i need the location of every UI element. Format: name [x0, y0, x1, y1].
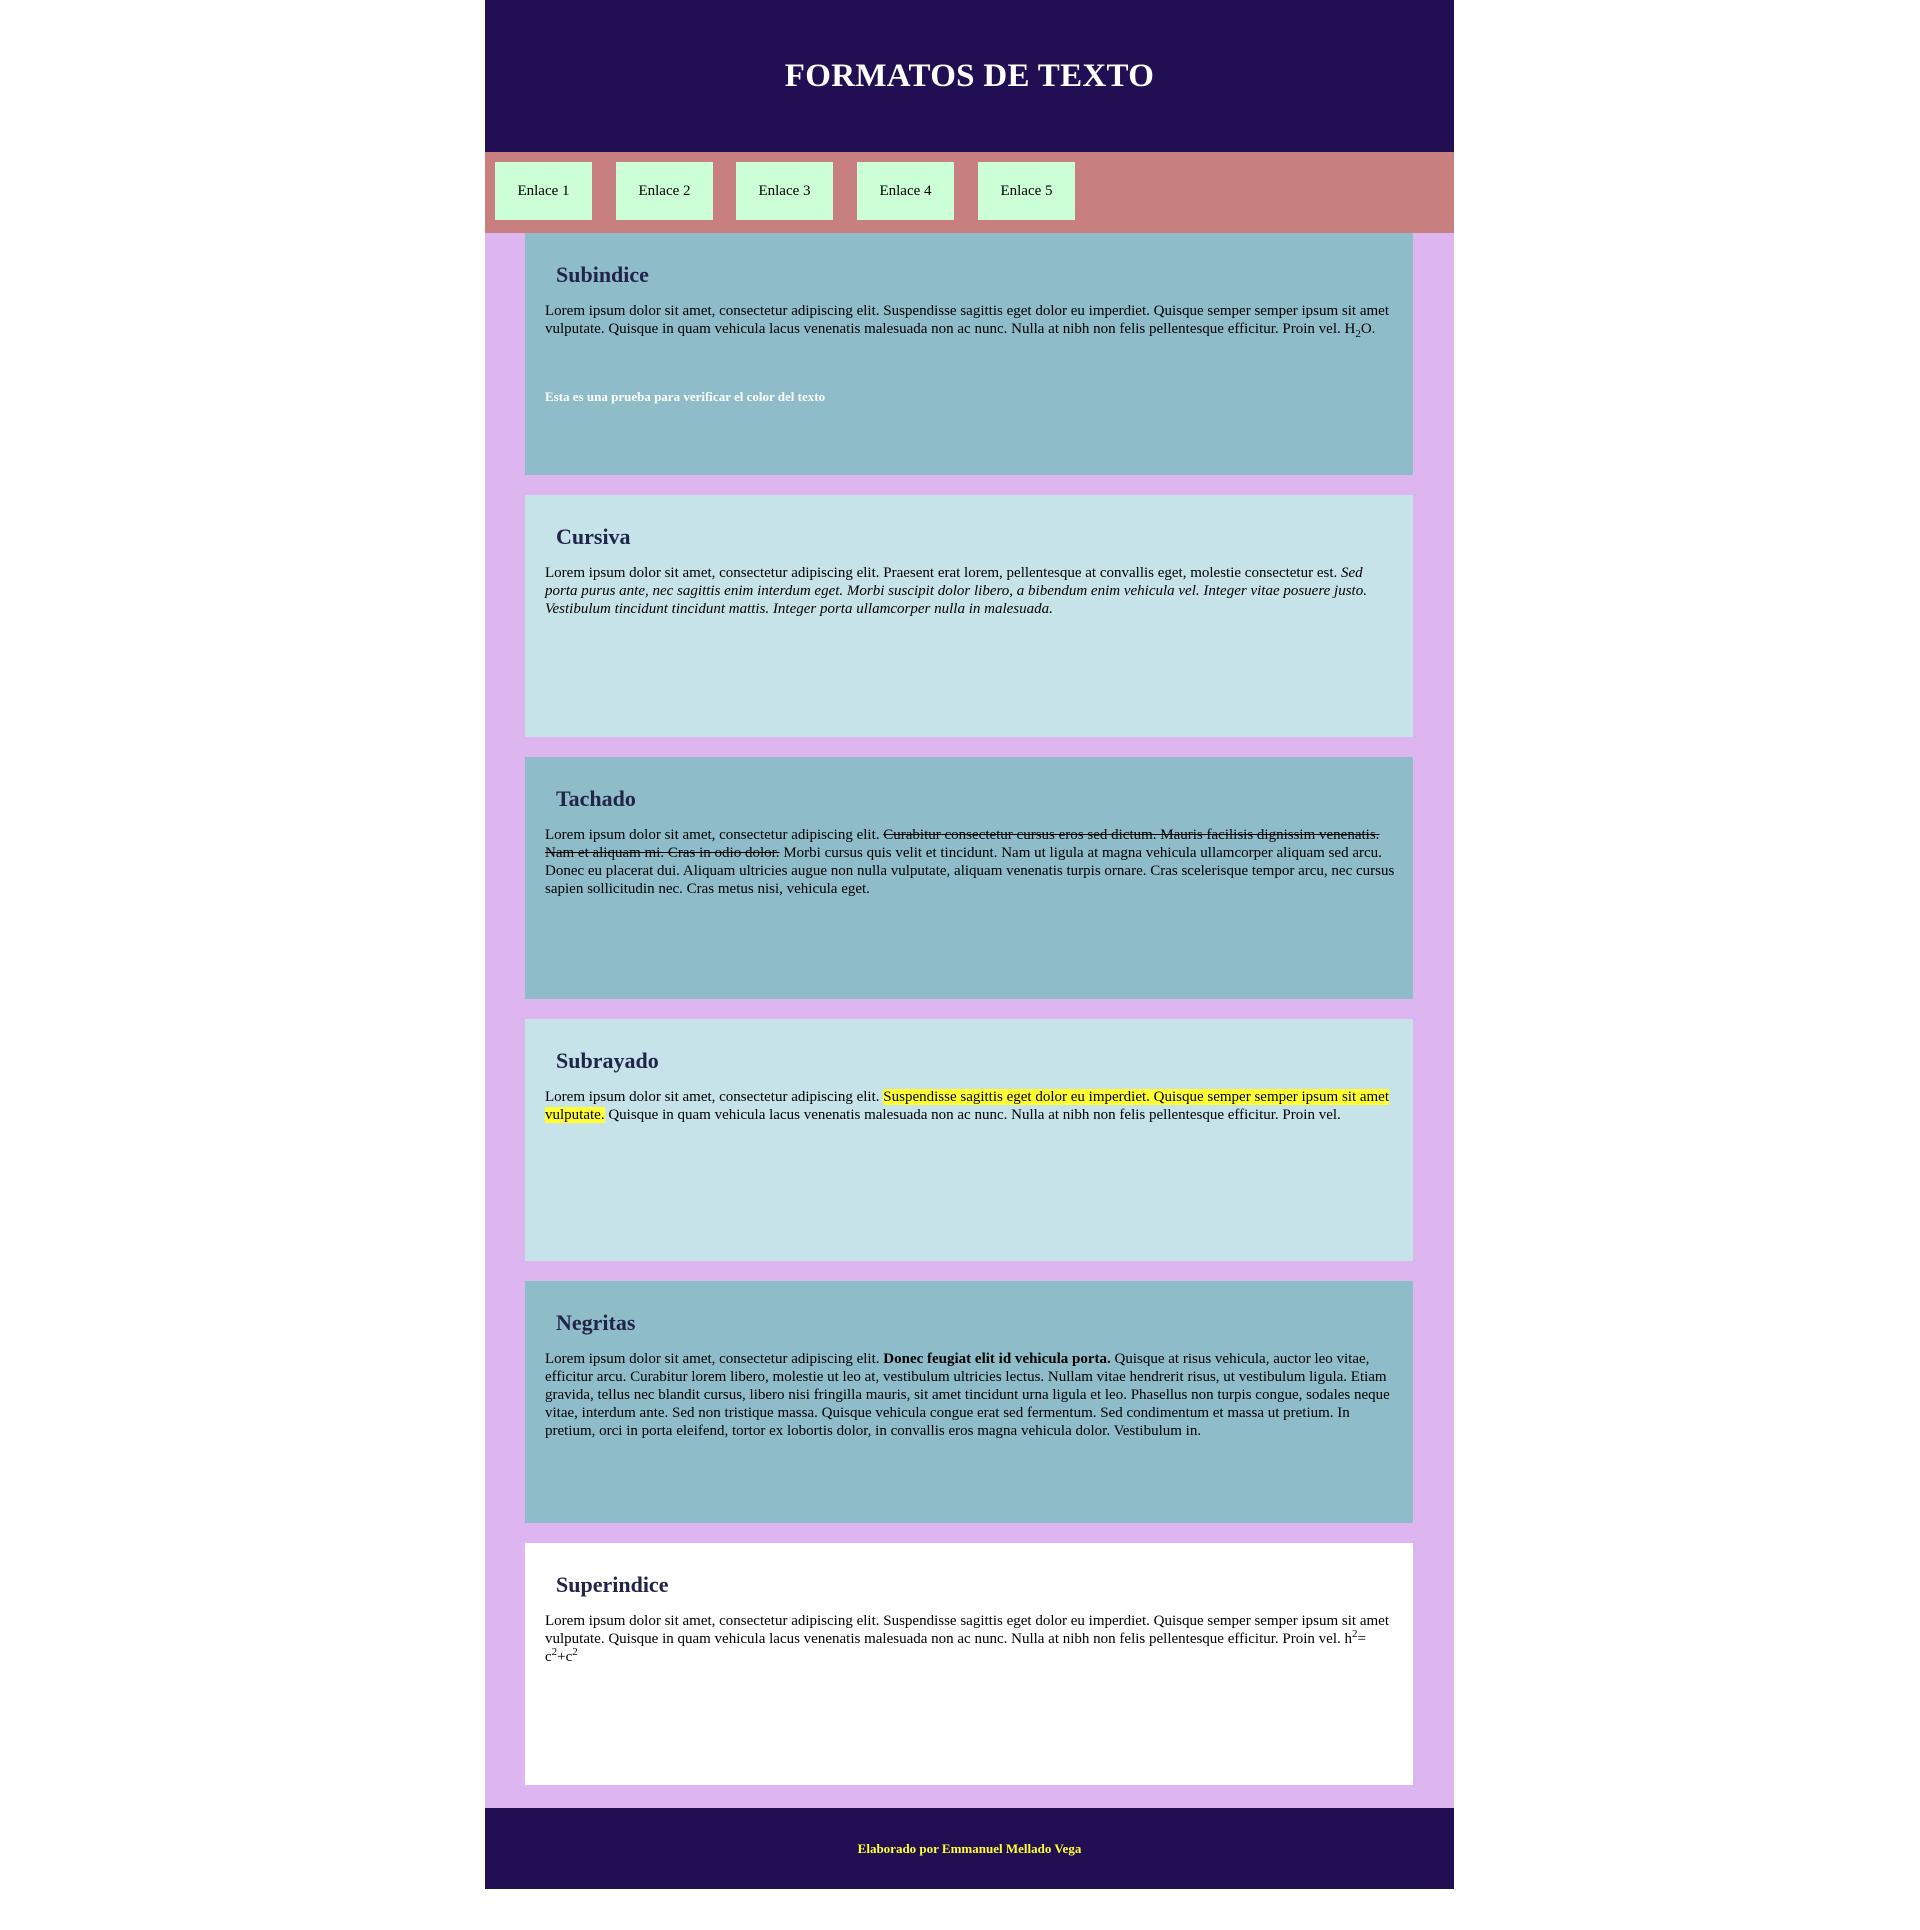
- nav-link-1[interactable]: Enlace 1: [495, 162, 592, 220]
- bold-text: Donec feugiat elit id vehicula porta.: [883, 1351, 1111, 1367]
- footer-credit: Elaborado por Emmanuel Mellado Vega: [857, 1840, 1082, 1856]
- section-negritas: Negritas Lorem ipsum dolor sit amet, con…: [525, 1281, 1413, 1523]
- nav-link-5[interactable]: Enlace 5: [978, 162, 1075, 220]
- section-paragraph: Lorem ipsum dolor sit amet, consectetur …: [545, 1613, 1389, 1665]
- section-title: Subrayado: [556, 1048, 659, 1073]
- section-superindice: Superindice Lorem ipsum dolor sit amet, …: [525, 1543, 1413, 1785]
- section-tachado: Tachado Lorem ipsum dolor sit amet, cons…: [525, 757, 1413, 999]
- main-content: Subindice Lorem ipsum dolor sit amet, co…: [485, 233, 1454, 1808]
- section-subrayado: Subrayado Lorem ipsum dolor sit amet, co…: [525, 1019, 1413, 1261]
- superscript: 2: [572, 1646, 578, 1658]
- nav-bar: Enlace 1 Enlace 2 Enlace 3 Enlace 4 Enla…: [485, 152, 1454, 233]
- section-title: Cursiva: [556, 524, 631, 549]
- section-paragraph: Lorem ipsum dolor sit amet, consectetur …: [545, 827, 1395, 897]
- section-title: Tachado: [556, 786, 636, 811]
- section-cursiva: Cursiva Lorem ipsum dolor sit amet, cons…: [525, 495, 1413, 737]
- section-paragraph: Lorem ipsum dolor sit amet, consectetur …: [545, 565, 1367, 617]
- section-paragraph: Lorem ipsum dolor sit amet, consectetur …: [545, 303, 1389, 340]
- section-title: Superindice: [556, 1572, 669, 1597]
- section-paragraph: Lorem ipsum dolor sit amet, consectetur …: [545, 1351, 1390, 1439]
- section-subindice: Subindice Lorem ipsum dolor sit amet, co…: [525, 233, 1413, 475]
- nav-link-2[interactable]: Enlace 2: [616, 162, 713, 220]
- nav-link-3[interactable]: Enlace 3: [736, 162, 833, 220]
- section-paragraph: Lorem ipsum dolor sit amet, consectetur …: [545, 1089, 1390, 1123]
- page: FORMATOS DE TEXTO Enlace 1 Enlace 2 Enla…: [485, 0, 1454, 1889]
- page-header: FORMATOS DE TEXTO: [485, 0, 1454, 152]
- section-title: Negritas: [556, 1310, 636, 1335]
- color-test-note: Esta es una prueba para verificar el col…: [545, 389, 826, 404]
- nav-link-4[interactable]: Enlace 4: [857, 162, 954, 220]
- page-footer: Elaborado por Emmanuel Mellado Vega: [485, 1808, 1454, 1889]
- page-title: FORMATOS DE TEXTO: [784, 57, 1155, 94]
- section-title: Subindice: [556, 262, 649, 287]
